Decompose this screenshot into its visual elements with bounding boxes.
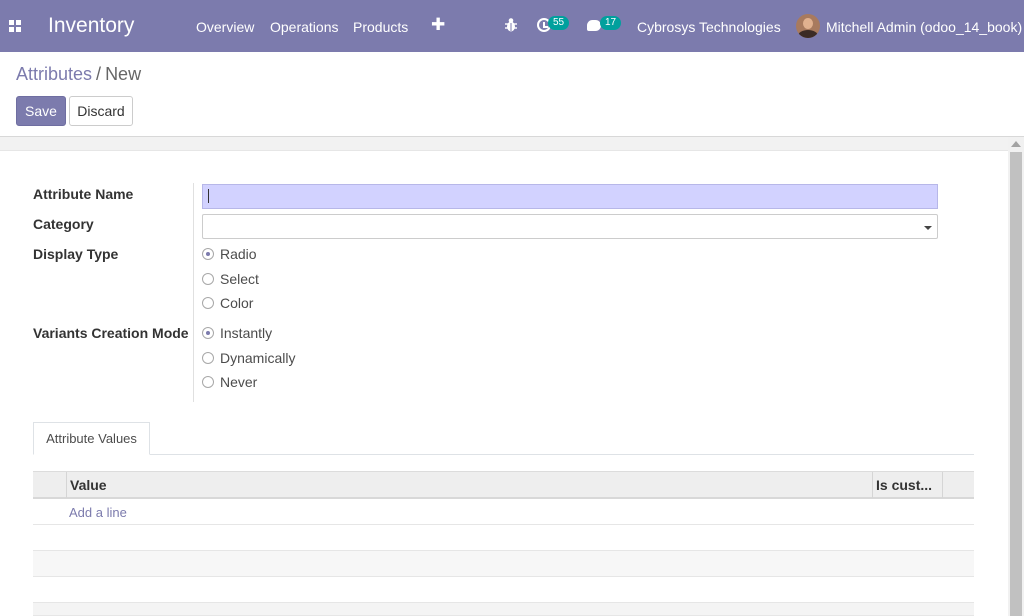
- table-header: Value Is cust...: [33, 471, 974, 499]
- radio-label: Dynamically: [220, 350, 296, 366]
- attribute-name-input[interactable]: [202, 184, 938, 209]
- app-name[interactable]: Inventory: [48, 14, 134, 38]
- category-select[interactable]: [202, 214, 938, 239]
- column-separator: [66, 472, 67, 498]
- chevron-down-icon[interactable]: [924, 226, 932, 230]
- tab-attribute-values[interactable]: Attribute Values: [33, 422, 150, 455]
- plus-icon[interactable]: ✚: [431, 15, 445, 35]
- scroll-up-arrow-icon[interactable]: [1011, 141, 1021, 147]
- activity-count-badge: 55: [548, 16, 570, 30]
- menu-overview[interactable]: Overview: [196, 19, 254, 35]
- radio-display-select[interactable]: Select: [202, 270, 259, 288]
- category-label: Category: [33, 216, 94, 232]
- radio-label: Select: [220, 271, 259, 287]
- attribute-name-label: Attribute Name: [33, 186, 134, 202]
- breadcrumb-current: New: [105, 64, 142, 84]
- add-a-line-link[interactable]: Add a line: [69, 505, 127, 520]
- table-row: [33, 525, 974, 551]
- radio-unchecked-icon[interactable]: [202, 273, 214, 285]
- breadcrumb-attributes[interactable]: Attributes: [16, 64, 92, 84]
- radio-checked-icon[interactable]: [202, 327, 214, 339]
- label-divider: [193, 183, 194, 402]
- radio-checked-icon[interactable]: [202, 248, 214, 260]
- breadcrumb: Attributes / New: [16, 64, 141, 85]
- variants-creation-mode-label: Variants Creation Mode: [33, 325, 189, 341]
- radio-unchecked-icon[interactable]: [202, 376, 214, 388]
- table-row: [33, 551, 974, 577]
- radio-unchecked-icon[interactable]: [202, 352, 214, 364]
- menu-products[interactable]: Products: [353, 19, 408, 35]
- table-row: [33, 577, 974, 603]
- menu-operations[interactable]: Operations: [270, 19, 338, 35]
- company-switcher[interactable]: Cybrosys Technologies: [637, 19, 781, 35]
- radio-display-color[interactable]: Color: [202, 294, 253, 312]
- tab-underline: [33, 454, 974, 455]
- table-row: [33, 603, 974, 616]
- save-button[interactable]: Save: [16, 96, 66, 126]
- user-menu[interactable]: Mitchell Admin (odoo_14_book): [826, 19, 1022, 35]
- text-caret: [208, 189, 209, 203]
- scrollbar-thumb[interactable]: [1010, 152, 1022, 616]
- column-separator: [872, 472, 873, 498]
- bug-icon[interactable]: [504, 17, 518, 33]
- chat-icon[interactable]: [587, 20, 601, 31]
- radio-display-radio[interactable]: Radio: [202, 245, 257, 263]
- radio-label: Radio: [220, 246, 257, 262]
- radio-variants-never[interactable]: Never: [202, 373, 257, 391]
- table-row: [33, 499, 974, 525]
- radio-label: Color: [220, 295, 254, 311]
- column-is-custom[interactable]: Is cust...: [876, 477, 932, 493]
- radio-label: Instantly: [220, 325, 273, 341]
- column-value[interactable]: Value: [70, 477, 107, 493]
- avatar[interactable]: [796, 14, 820, 38]
- message-count-badge: 17: [600, 16, 622, 30]
- discard-button[interactable]: Discard: [69, 96, 133, 126]
- top-navbar: Inventory Overview Operations Products ✚…: [0, 0, 1024, 52]
- display-type-label: Display Type: [33, 246, 119, 262]
- radio-variants-dynamically[interactable]: Dynamically: [202, 349, 295, 367]
- radio-unchecked-icon[interactable]: [202, 297, 214, 309]
- column-separator: [942, 472, 943, 498]
- apps-grid-icon[interactable]: [9, 20, 22, 33]
- radio-label: Never: [220, 374, 258, 390]
- breadcrumb-separator: /: [96, 64, 102, 84]
- radio-variants-instantly[interactable]: Instantly: [202, 324, 272, 342]
